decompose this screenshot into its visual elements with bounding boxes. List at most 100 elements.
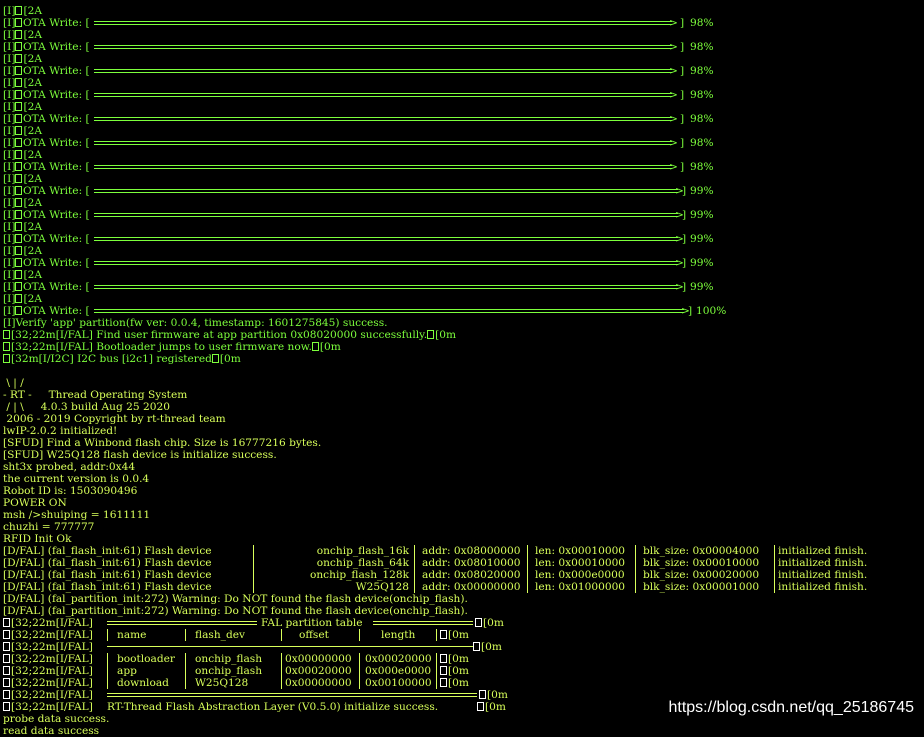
ota-progress-bar: >] 99%: [88, 185, 714, 197]
progress-fill: [94, 213, 678, 217]
table-cell: app: [117, 665, 137, 677]
column-divider: [414, 545, 415, 557]
progress-close: ]: [682, 233, 687, 245]
fal-flash-init-row: [D/FAL] (fal_flash_init:61) Flash device…: [3, 569, 924, 581]
fal-flash-init-row: [D/FAL] (fal_flash_init:61) Flash device…: [3, 581, 924, 593]
progress-percent: 98%: [690, 17, 714, 29]
progress-percent: 99%: [690, 209, 714, 221]
ota-progress-bar: >] 98%: [88, 161, 714, 173]
escape-box-glyph: [3, 330, 10, 339]
ota-label: OTA Write: [: [23, 65, 90, 77]
escape-box-glyph: [3, 342, 10, 351]
rtt-text: \ | /: [3, 377, 24, 389]
ota-label: OTA Write: [: [23, 281, 90, 293]
fal-init-prefix: [D/FAL] (fal_flash_init:61) Flash device: [3, 569, 212, 581]
progress-fill: [94, 309, 684, 313]
escape-code: [2A: [23, 221, 42, 233]
column-divider: [253, 581, 254, 593]
flash-addr: addr: 0x08010000: [422, 557, 521, 569]
escape-box-glyph: [3, 666, 10, 675]
reset-code: [0m: [485, 701, 506, 713]
reset-code: [0m: [448, 677, 469, 689]
ota-progress-line: [I] OTA Write: [>] 99%: [3, 233, 924, 245]
reset-code: [0m: [435, 329, 457, 341]
log-prefix: [I]: [3, 269, 16, 281]
flash-status: initialized finish.: [778, 545, 868, 557]
i2c-text: [32m[I/I2C] I2C bus [i2c1] registered: [11, 353, 212, 365]
log-prefix: [I]: [3, 209, 16, 221]
escape-box-glyph: [3, 702, 10, 711]
verify-text: [I]Verify 'app' partition(fw ver: 0.0.4,…: [3, 317, 388, 329]
log-prefix: [I]: [3, 221, 16, 233]
rtt-power: POWER ON: [3, 497, 924, 509]
column-divider: [414, 569, 415, 581]
rtt-text: [SFUD] Find a Winbond flash chip. Size i…: [3, 437, 322, 449]
escape-box-glyph: [15, 54, 23, 63]
ota-progress-bar: >] 100%: [88, 305, 726, 317]
ota-progress-line: [I] OTA Write: [>] 99%: [3, 257, 924, 269]
reset-code: [0m: [487, 689, 508, 701]
rtt-logo2: - RT - Thread Operating System: [3, 389, 924, 401]
escape-box-glyph: [15, 78, 23, 87]
column-divider: [436, 629, 437, 641]
progress-close: ]: [682, 185, 687, 197]
escape-box-glyph: [427, 330, 435, 339]
escape-box-glyph: [15, 126, 23, 135]
escape-code: [2A: [23, 245, 42, 257]
rtt-text: 2006 - 2019 Copyright by rt-thread team: [3, 413, 226, 425]
progress-close: ]: [680, 89, 685, 101]
progress-percent: 99%: [690, 233, 714, 245]
escape-line: [I] [2A: [3, 101, 924, 113]
table-header-cell: offset: [299, 629, 329, 641]
progress-percent: 98%: [690, 41, 714, 53]
log-prefix: [I]: [3, 245, 16, 257]
log-prefix: [I]: [3, 161, 16, 173]
line-tail: [0m: [473, 641, 502, 653]
escape-box-glyph: [15, 198, 23, 207]
escape-box-glyph: [15, 30, 23, 39]
flash-addr: addr: 0x08000000: [422, 545, 521, 557]
reset-code: [0m: [481, 641, 502, 653]
ota-progress-bar: >] 99%: [88, 281, 714, 293]
escape-box-glyph: [3, 690, 10, 699]
ota-label: OTA Write: [: [23, 305, 90, 317]
table-cell: bootloader: [117, 653, 175, 665]
escape-code: [2A: [23, 173, 42, 185]
jump-text: [32;22m[I/FAL] Bootloader jumps to user …: [11, 341, 312, 353]
ota-label: OTA Write: [: [23, 161, 90, 173]
progress-percent: 98%: [690, 113, 714, 125]
rtt-text: lwIP-2.0.2 initialized!: [3, 425, 118, 437]
progress-close: ]: [680, 41, 685, 53]
column-divider: [253, 557, 254, 569]
column-divider: [107, 653, 108, 665]
ota-progress-line: [I] OTA Write: [>] 100%: [3, 305, 924, 317]
escape-box-glyph: [15, 282, 23, 291]
rtt-rfid: RFID Init Ok: [3, 533, 924, 545]
ota-progress-line: [I] OTA Write: [>] 99%: [3, 209, 924, 221]
escape-box-glyph: [15, 150, 23, 159]
reset-code: [0m: [319, 341, 341, 353]
verify-line: [I]Verify 'app' partition(fw ver: 0.0.4,…: [3, 317, 924, 329]
log-prefix: [I]: [3, 65, 16, 77]
escape-box-glyph: [211, 354, 219, 363]
escape-line: [I] [2A: [3, 5, 924, 17]
fal-init-prefix: [D/FAL] (fal_flash_init:61) Flash device: [3, 557, 212, 569]
flash-device-name: onchip_flash_16k: [316, 545, 409, 557]
fal-prefix: [32;22m[I/FAL]: [11, 629, 93, 641]
escape-box-glyph: [15, 18, 23, 27]
jump-line: [32;22m[I/FAL] Bootloader jumps to user …: [3, 341, 924, 353]
rtt-text: chuzhi = 777777: [3, 521, 95, 533]
escape-line: [I] [2A: [3, 293, 924, 305]
progress-close: ]: [680, 161, 685, 173]
rtt-sfud1: [SFUD] Find a Winbond flash chip. Size i…: [3, 437, 924, 449]
warning-text: [D/FAL] (fal_partition_init:272) Warning…: [3, 605, 468, 617]
progress-fill: [94, 285, 678, 289]
progress-fill: [94, 237, 678, 241]
fal-init-prefix: [D/FAL] (fal_flash_init:61) Flash device: [3, 545, 212, 557]
progress-close: ]: [688, 305, 693, 317]
progress-percent: 99%: [690, 257, 714, 269]
escape-box-glyph: [440, 666, 447, 675]
escape-box-glyph: [479, 690, 486, 699]
rtt-text: Robot ID is: 1503090496: [3, 485, 138, 497]
log-prefix: [I]: [3, 29, 16, 41]
